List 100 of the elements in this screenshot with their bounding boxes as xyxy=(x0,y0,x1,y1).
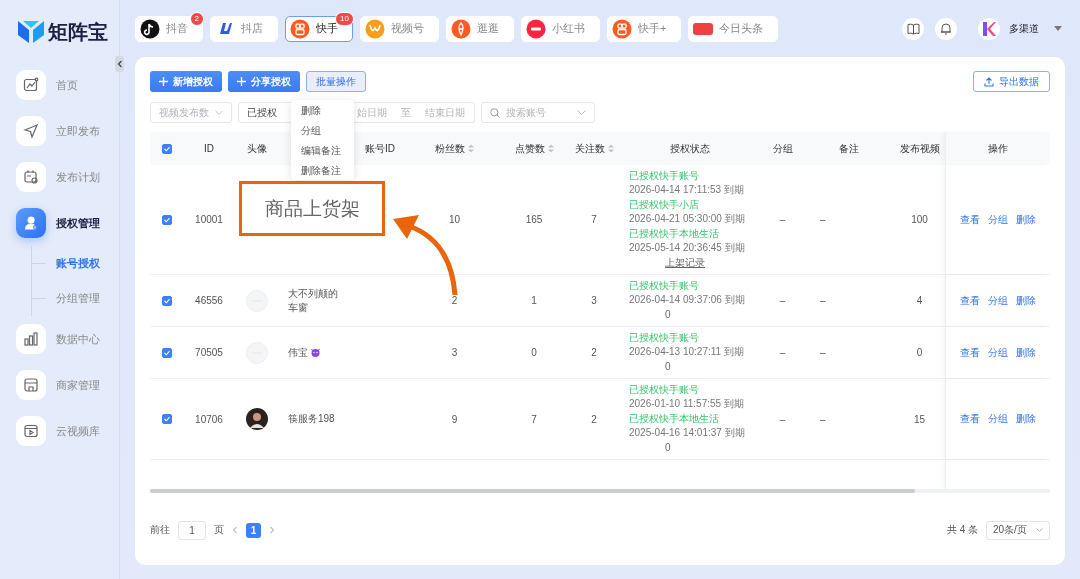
search-icon xyxy=(490,107,500,118)
nav-icon xyxy=(23,169,39,185)
table-cell: 100 xyxy=(911,214,928,225)
column-header: 点赞数 xyxy=(514,141,545,156)
table-cell: – xyxy=(779,214,786,225)
page-suffix: 页 xyxy=(214,523,224,537)
page-size-select[interactable]: 20条/页 xyxy=(986,520,1050,540)
table-cell: 46556 xyxy=(195,295,223,306)
user-avatar[interactable] xyxy=(978,17,1000,40)
expiry-text: 2025-05-14 20:36:45 到期 xyxy=(629,241,745,255)
sidebar-item[interactable]: 立即发布 xyxy=(16,116,119,146)
user-name[interactable]: 多渠道 xyxy=(1009,21,1039,36)
row-checkbox[interactable] xyxy=(162,347,172,358)
platform-tab[interactable]: 小红书 xyxy=(521,15,600,42)
book-icon[interactable] xyxy=(902,17,924,40)
toolbar-button[interactable]: 新增授权 xyxy=(150,71,222,92)
row-checkbox[interactable] xyxy=(162,214,172,225)
action-link[interactable]: 分组 xyxy=(987,212,1008,227)
platform-tab[interactable]: 逛逛 xyxy=(446,15,514,42)
status-label: 已授权快手账号 xyxy=(629,279,699,293)
expiry-text: 2025-04-16 14:01:37 到期 xyxy=(629,426,745,440)
action-link[interactable]: 分组 xyxy=(987,293,1008,308)
menu-item[interactable]: 分组 xyxy=(291,125,354,137)
sidebar-item[interactable]: 发布计划 xyxy=(16,162,119,192)
table-cell: 165 xyxy=(525,214,543,225)
sidebar-subitem[interactable]: 账号授权 xyxy=(56,256,100,271)
expiry-text: 2026-04-13 10:27:11 到期 xyxy=(629,345,744,359)
toolbar-button[interactable]: 批量操作 xyxy=(306,71,366,92)
action-link[interactable]: 查看 xyxy=(959,293,980,308)
horizontal-scrollbar[interactable] xyxy=(150,489,1050,493)
table-cell: 0 xyxy=(916,347,923,358)
menu-item[interactable]: 编辑备注 xyxy=(291,145,354,157)
status-label: 已授权快手本地生活 xyxy=(629,227,719,241)
sidebar-item[interactable]: 授权管理 xyxy=(16,208,119,238)
plus-icon xyxy=(159,77,168,86)
sidebar-item[interactable]: 数据中心 xyxy=(16,324,119,354)
platform-tab[interactable]: 抖音 2 xyxy=(135,15,203,42)
platform-tab[interactable]: 视频号 xyxy=(360,15,439,42)
caret-icon[interactable] xyxy=(1054,26,1062,31)
table-cell: 0 xyxy=(665,308,671,322)
column-header: 头像 xyxy=(247,141,267,156)
action-link[interactable]: 分组 xyxy=(987,345,1008,360)
page-input[interactable]: 1 xyxy=(178,520,206,540)
table-cell-text: 大不列颠的车窗 xyxy=(288,286,339,315)
expiry-text: 2026-01-10 11:57:55 到期 xyxy=(629,397,744,411)
action-link[interactable]: 分组 xyxy=(987,412,1008,426)
column-header: 关注数 xyxy=(574,141,605,156)
collapse-handle[interactable] xyxy=(115,56,124,72)
row-checkbox[interactable] xyxy=(162,414,172,424)
table-cell: 70505 xyxy=(195,347,223,358)
count-badge: 10 xyxy=(335,11,354,26)
table-cell: 3 xyxy=(451,347,458,358)
status-label: 已授权快手本地生活 xyxy=(629,412,719,426)
listing-record-link[interactable]: 上架记录 xyxy=(665,256,705,270)
sidebar-item[interactable]: 首页 xyxy=(16,70,119,100)
sidebar-item[interactable]: 云视频库 xyxy=(16,416,119,446)
toolbar-button[interactable]: 分享授权 xyxy=(228,71,300,92)
action-link[interactable]: 删除 xyxy=(1015,345,1036,360)
column-header: 操作 xyxy=(987,141,1008,156)
sidebar-subitem[interactable]: 分组管理 xyxy=(56,291,100,306)
export-button[interactable]: 导出数据 xyxy=(973,71,1050,92)
app-logo-icon xyxy=(365,18,385,39)
table-cell: 0 xyxy=(665,441,671,455)
platform-tab[interactable]: 今日头条 xyxy=(688,15,779,42)
logo-text: 矩阵宝 xyxy=(48,19,108,45)
goto-label: 前往 xyxy=(150,523,170,537)
nav-icon xyxy=(23,77,39,93)
bell-icon[interactable] xyxy=(935,17,957,40)
table-cell: 1 xyxy=(531,295,537,306)
action-link[interactable]: 删除 xyxy=(1015,212,1036,227)
logo-icon xyxy=(18,21,44,43)
action-link[interactable]: 删除 xyxy=(1015,293,1036,308)
select-all-checkbox[interactable] xyxy=(162,143,172,154)
status-label: 已授权快手账号 xyxy=(629,331,699,345)
page-button[interactable]: 1 xyxy=(246,522,261,538)
nav-icon xyxy=(23,377,39,393)
platform-tab[interactable]: 快手+ xyxy=(607,15,682,42)
row-checkbox[interactable] xyxy=(162,295,172,306)
status-label: 已授权快手账号 xyxy=(629,383,699,397)
table-cell: 0 xyxy=(531,347,537,358)
column-header: ID xyxy=(204,143,214,154)
action-link[interactable]: 查看 xyxy=(959,345,980,360)
platform-tab[interactable]: 抖店 xyxy=(210,15,278,42)
table-cell: 10 xyxy=(448,214,461,225)
nav-icon xyxy=(23,123,39,139)
app-logo-icon xyxy=(140,18,160,39)
action-link[interactable]: 删除 xyxy=(1015,412,1036,426)
nav-icon xyxy=(23,215,39,231)
sidebar-item[interactable]: 商家管理 xyxy=(16,370,119,400)
table-cell: 10706 xyxy=(195,413,223,425)
nav-icon xyxy=(23,331,39,347)
table-cell: 7 xyxy=(531,413,537,425)
column-header: 账号ID xyxy=(365,141,395,156)
table-cell: 2 xyxy=(591,347,597,358)
status-label: 已授权快手账号 xyxy=(629,169,699,183)
action-link[interactable]: 查看 xyxy=(959,212,980,227)
menu-item[interactable]: 删除备注 xyxy=(291,165,354,177)
action-link[interactable]: 查看 xyxy=(959,412,980,426)
column-header: 分组 xyxy=(772,141,793,156)
platform-tab[interactable]: 快手 10 xyxy=(285,15,353,42)
